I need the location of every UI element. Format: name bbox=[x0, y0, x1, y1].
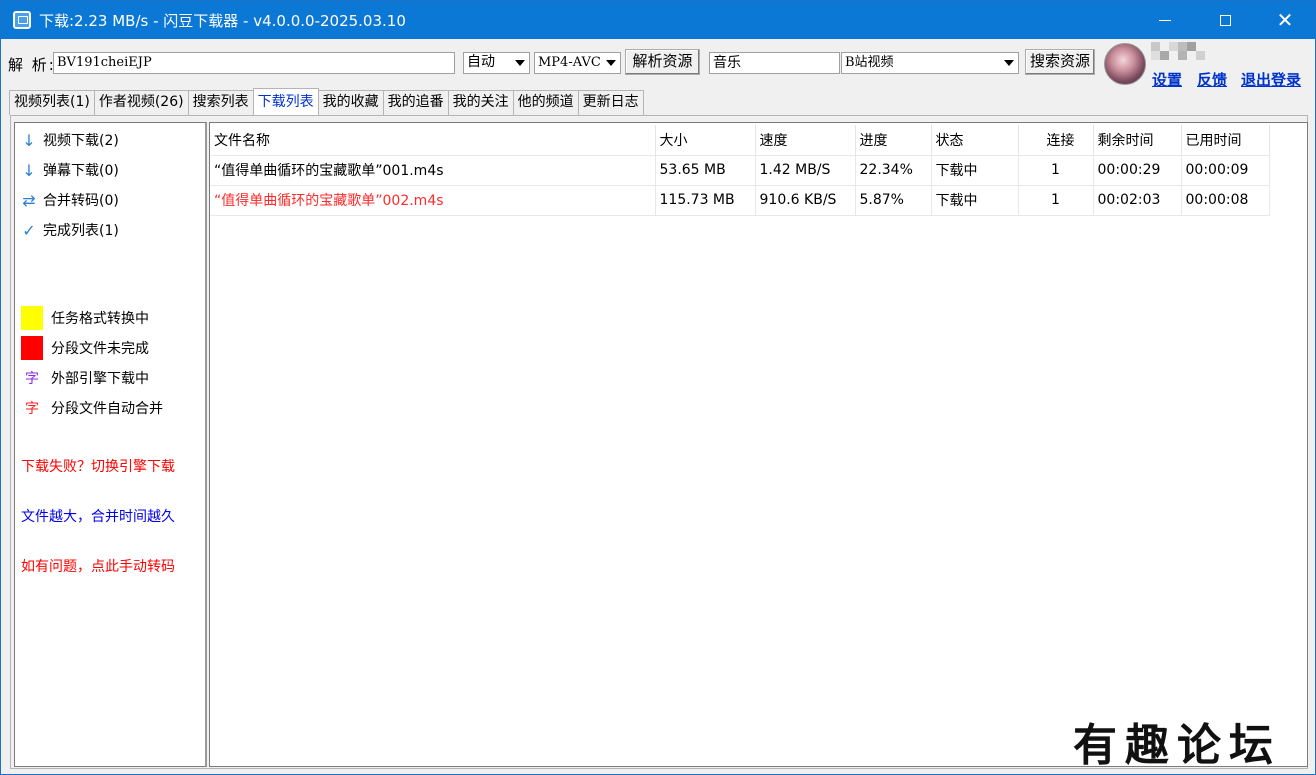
column-header-name[interactable]: 文件名称 bbox=[210, 125, 656, 155]
column-header-status[interactable]: 状态 bbox=[931, 125, 1019, 155]
tab-their-channel[interactable]: 他的频道 bbox=[512, 90, 579, 115]
arrow-down-icon: ↓ bbox=[22, 130, 36, 150]
parse-button[interactable]: 解析资源 bbox=[625, 49, 700, 75]
yellow-swatch bbox=[21, 306, 43, 330]
sidebar-item-completed[interactable]: ✓ 完成列表(1) bbox=[20, 219, 119, 241]
tab-download-list[interactable]: 下载列表 bbox=[252, 88, 319, 115]
column-header-size[interactable]: 大小 bbox=[655, 125, 756, 155]
tab-search-list[interactable]: 搜索列表 bbox=[187, 90, 254, 115]
search-source-value: B站视频 bbox=[845, 55, 894, 70]
sidebar-item-label: 弹幕下载(0) bbox=[43, 163, 119, 179]
chevron-down-icon bbox=[999, 54, 1017, 72]
column-header-elapsed[interactable]: 已用时间 bbox=[1181, 125, 1270, 155]
cell-speed: 910.6 KB/S bbox=[755, 184, 856, 216]
tab-following-series[interactable]: 我的追番 bbox=[382, 90, 449, 115]
logout-link[interactable]: 退出登录 bbox=[1241, 69, 1301, 90]
toolbar: 解 析: BV191cheiEJP 自动 MP4-AVC 解析资源 音乐 B站视… bbox=[1, 39, 1315, 91]
cell-size: 115.73 MB bbox=[655, 184, 756, 216]
title-bar[interactable]: 下载:2.23 MB/s - 闪豆下载器 - v4.0.0.0-2025.03.… bbox=[1, 1, 1315, 39]
sidebar: ↓ 视频下载(2) ↓ 弹幕下载(0) ⇄ 合并转码(0) ✓ 完成列表(1) … bbox=[14, 122, 207, 767]
cell-status: 下载中 bbox=[931, 154, 1019, 185]
close-icon: ✕ bbox=[1276, 8, 1294, 32]
search-source-select[interactable]: B站视频 bbox=[841, 52, 1019, 74]
cell-connections: 1 bbox=[1018, 184, 1094, 216]
red-char-icon: 字 bbox=[25, 401, 39, 417]
download-list-panel: 文件名称 大小 速度 进度 状态 连接 剩余时间 已用时间 “值得单曲循环的宝藏… bbox=[209, 122, 1308, 767]
table-header: 文件名称 大小 速度 进度 状态 连接 剩余时间 已用时间 bbox=[210, 125, 1270, 155]
manual-transcode-link[interactable]: 如有问题，点此手动转码 bbox=[21, 556, 175, 576]
cell-progress: 22.34% bbox=[855, 154, 932, 185]
sidebar-item-danmaku-download[interactable]: ↓ 弹幕下载(0) bbox=[20, 159, 119, 181]
search-button[interactable]: 搜索资源 bbox=[1025, 49, 1095, 75]
maximize-button[interactable] bbox=[1195, 1, 1255, 39]
sidebar-item-video-download[interactable]: ↓ 视频下载(2) bbox=[20, 129, 119, 151]
download-table: 文件名称 大小 速度 进度 状态 连接 剩余时间 已用时间 “值得单曲循环的宝藏… bbox=[210, 125, 1270, 216]
cell-remaining: 00:00:29 bbox=[1093, 154, 1182, 185]
legend-converting: 任务格式转换中 bbox=[21, 306, 149, 330]
merge-time-note: 文件越大，合并时间越久 bbox=[21, 509, 175, 525]
maximize-icon bbox=[1219, 14, 1231, 26]
table-row[interactable]: “值得单曲循环的宝藏歌单”001.m4s 53.65 MB 1.42 MB/S … bbox=[210, 154, 1270, 185]
column-header-connections[interactable]: 连接 bbox=[1018, 125, 1094, 155]
feedback-link[interactable]: 反馈 bbox=[1197, 69, 1227, 90]
format-select-value: MP4-AVC bbox=[538, 55, 601, 70]
arrow-down-icon: ↓ bbox=[22, 160, 36, 180]
app-logo-icon bbox=[13, 11, 31, 29]
sidebar-item-label: 完成列表(1) bbox=[43, 223, 119, 239]
chevron-down-icon bbox=[601, 54, 619, 72]
legend-label: 任务格式转换中 bbox=[51, 311, 149, 327]
close-button[interactable]: ✕ bbox=[1255, 1, 1315, 39]
cell-elapsed: 00:00:09 bbox=[1181, 154, 1270, 185]
legend-label: 分段文件未完成 bbox=[51, 341, 149, 357]
tab-following[interactable]: 我的关注 bbox=[447, 90, 514, 115]
column-header-remaining[interactable]: 剩余时间 bbox=[1093, 125, 1182, 155]
quality-select-value: 自动 bbox=[467, 54, 495, 70]
quality-select[interactable]: 自动 bbox=[463, 52, 530, 74]
convert-arrows-icon: ⇄ bbox=[22, 190, 36, 210]
legend-external-engine: 字 外部引擎下载中 bbox=[21, 368, 149, 388]
tab-author-videos[interactable]: 作者视频(26) bbox=[93, 90, 189, 115]
legend-segment-incomplete: 分段文件未完成 bbox=[21, 336, 149, 360]
cell-status: 下载中 bbox=[931, 184, 1019, 216]
tab-favorites[interactable]: 我的收藏 bbox=[317, 90, 384, 115]
legend-label: 外部引擎下载中 bbox=[51, 371, 149, 387]
red-swatch bbox=[21, 336, 43, 360]
tab-changelog[interactable]: 更新日志 bbox=[577, 90, 644, 115]
switch-engine-link[interactable]: 下载失败？切换引擎下载 bbox=[21, 456, 175, 476]
check-icon: ✓ bbox=[22, 220, 36, 240]
sidebar-item-label: 视频下载(2) bbox=[43, 133, 119, 149]
cell-speed: 1.42 MB/S bbox=[755, 154, 856, 185]
table-row[interactable]: “值得单曲循环的宝藏歌单”002.m4s 115.73 MB 910.6 KB/… bbox=[210, 184, 1270, 216]
search-input[interactable]: 音乐 bbox=[709, 52, 840, 74]
cell-connections: 1 bbox=[1018, 154, 1094, 185]
cell-remaining: 00:02:03 bbox=[1093, 184, 1182, 216]
column-header-progress[interactable]: 进度 bbox=[855, 125, 932, 155]
window-title: 下载:2.23 MB/s - 闪豆下载器 - v4.0.0.0-2025.03.… bbox=[39, 11, 406, 30]
format-select[interactable]: MP4-AVC bbox=[534, 52, 621, 74]
cell-size: 53.65 MB bbox=[655, 154, 756, 185]
tab-bar: 视频列表(1) 作者视频(26) 搜索列表 下载列表 我的收藏 我的追番 我的关… bbox=[9, 88, 644, 115]
cell-progress: 5.87% bbox=[855, 184, 932, 216]
window-controls: ✕ bbox=[1135, 1, 1315, 39]
cell-file-name: “值得单曲循环的宝藏歌单”002.m4s bbox=[210, 184, 656, 216]
purple-char-icon: 字 bbox=[25, 371, 39, 387]
url-input[interactable]: BV191cheiEJP bbox=[53, 52, 455, 74]
legend-auto-merge: 字 分段文件自动合并 bbox=[21, 398, 163, 418]
parse-label: 解 析: bbox=[8, 56, 56, 74]
sidebar-item-label: 合并转码(0) bbox=[43, 193, 119, 209]
sidebar-item-merge-transcode[interactable]: ⇄ 合并转码(0) bbox=[20, 189, 119, 211]
avatar[interactable] bbox=[1104, 43, 1146, 85]
settings-link[interactable]: 设置 bbox=[1152, 69, 1182, 90]
app-window: 下载:2.23 MB/s - 闪豆下载器 - v4.0.0.0-2025.03.… bbox=[0, 0, 1316, 775]
watermark: 有趣论坛 bbox=[1073, 720, 1281, 771]
minimize-icon bbox=[1159, 19, 1171, 21]
username-blurred bbox=[1151, 39, 1207, 61]
cell-elapsed: 00:00:08 bbox=[1181, 184, 1270, 216]
minimize-button[interactable] bbox=[1135, 1, 1195, 39]
legend-label: 分段文件自动合并 bbox=[51, 401, 163, 417]
tab-video-list[interactable]: 视频列表(1) bbox=[9, 90, 95, 115]
chevron-down-icon bbox=[510, 54, 528, 72]
column-header-speed[interactable]: 速度 bbox=[755, 125, 856, 155]
cell-file-name: “值得单曲循环的宝藏歌单”001.m4s bbox=[210, 154, 656, 185]
